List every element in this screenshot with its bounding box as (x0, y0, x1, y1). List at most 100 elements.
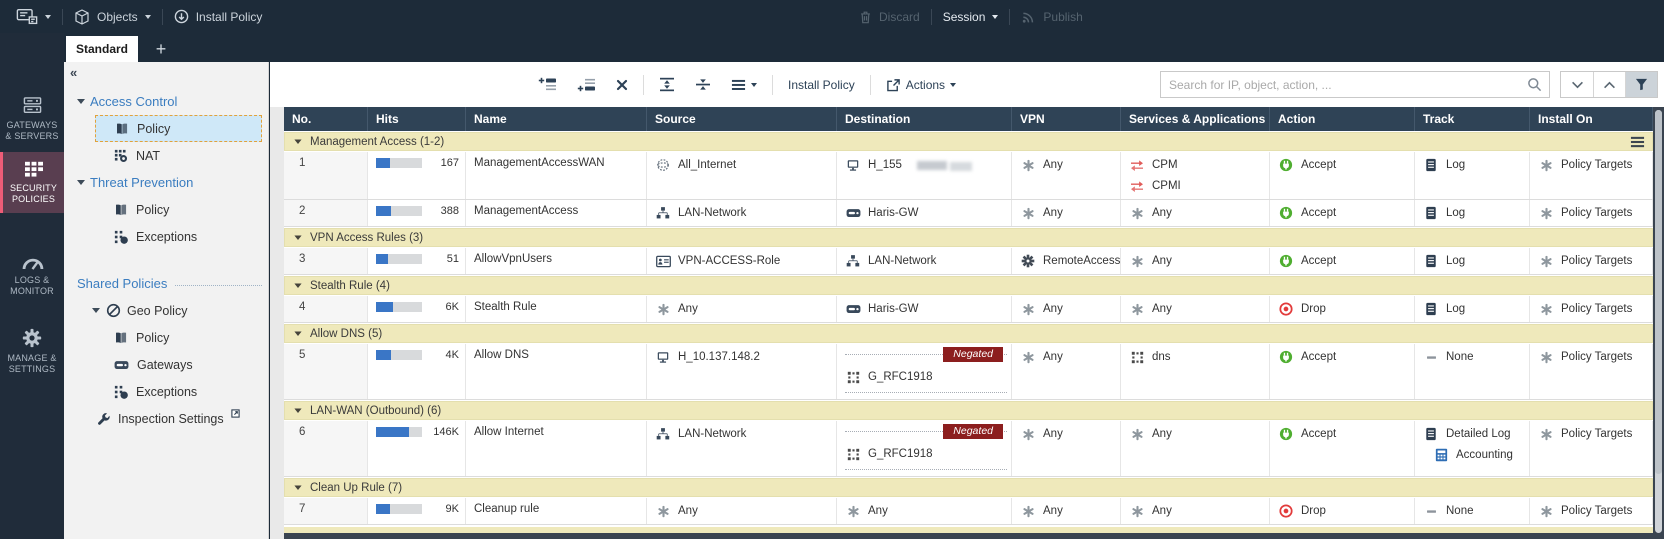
column-header-hits[interactable]: Hits (368, 107, 466, 131)
object-ref[interactable]: Any (655, 301, 830, 317)
cell-action[interactable]: Accept (1270, 248, 1415, 274)
column-header-name[interactable]: Name (466, 107, 647, 131)
cell-name[interactable]: ManagementAccessWAN (466, 152, 647, 199)
cell-hits[interactable]: 4K (368, 344, 466, 399)
cell-name[interactable]: Cleanup rule (466, 498, 647, 524)
cell-hits[interactable]: 9K (368, 498, 466, 524)
object-ref[interactable]: Policy Targets (1538, 301, 1646, 317)
cell-services[interactable]: Any (1121, 498, 1270, 524)
tree-section-shared-policies[interactable]: Shared Policies (64, 270, 268, 297)
cell-destination[interactable]: Negated G_RFC1918 (837, 344, 1012, 399)
object-ref[interactable]: Log (1423, 157, 1523, 173)
object-ref[interactable]: Accept (1278, 426, 1408, 442)
object-ref[interactable]: Accept (1278, 205, 1408, 221)
cell-hits[interactable]: 146K (368, 421, 466, 476)
add-rule-above-button[interactable] (530, 71, 565, 98)
cell-number[interactable]: 7 (284, 498, 368, 524)
cell-services[interactable]: CPM CPMI (1121, 152, 1270, 199)
cell-install-on[interactable]: Policy Targets (1530, 421, 1653, 476)
delete-rule-button[interactable] (608, 71, 636, 98)
rule-row[interactable]: 4 6K Stealth Rule Any Haris-GW Any Any Drop Log P… (284, 296, 1653, 323)
cell-destination[interactable]: LAN-Network (837, 248, 1012, 274)
cell-vpn[interactable]: RemoteAccess (1012, 248, 1121, 274)
object-ref[interactable]: CPMI (1129, 178, 1263, 194)
tree-item-nat[interactable]: NAT (64, 142, 268, 169)
discard-button[interactable]: Discard (848, 0, 931, 33)
tree-section-threat-prevention[interactable]: Threat Prevention (64, 169, 268, 196)
view-options-button[interactable] (723, 71, 765, 98)
cell-install-on[interactable]: Policy Targets (1530, 200, 1653, 226)
object-ref[interactable]: H_155 (845, 157, 1005, 173)
tree-item-threat-exceptions[interactable]: Exceptions (64, 223, 268, 250)
cell-track[interactable]: Detailed Log Accounting (1415, 421, 1530, 476)
cell-destination[interactable]: Haris-GW (837, 296, 1012, 322)
add-rule-below-button[interactable] (569, 71, 604, 98)
object-ref[interactable]: None (1423, 503, 1523, 519)
object-ref[interactable]: Any (1020, 426, 1114, 442)
object-ref[interactable]: Log (1423, 205, 1523, 221)
filter-toggle-button[interactable] (1625, 72, 1657, 97)
tree-item-geo-policy[interactable]: Policy (64, 324, 268, 351)
object-ref[interactable]: G_RFC1918 (845, 369, 1005, 385)
cell-action[interactable]: Drop (1270, 498, 1415, 524)
cell-services[interactable]: Any (1121, 200, 1270, 226)
tree-item-inspection-settings[interactable]: Inspection Settings (64, 405, 268, 432)
cell-action[interactable]: Accept (1270, 152, 1415, 199)
cell-destination[interactable]: H_155 (837, 152, 1012, 199)
object-ref[interactable]: Policy Targets (1538, 205, 1646, 221)
cell-track[interactable]: None (1415, 344, 1530, 399)
object-ref[interactable]: Haris-GW (845, 301, 1005, 317)
cell-track[interactable]: Log (1415, 200, 1530, 226)
object-ref[interactable]: CPM (1129, 157, 1263, 173)
cell-hits[interactable]: 6K (368, 296, 466, 322)
object-ref[interactable]: Accounting (1433, 447, 1523, 463)
search-input[interactable] (1161, 77, 1519, 92)
find-previous-button[interactable] (1593, 72, 1625, 97)
object-ref[interactable]: H_10.137.148.2 (655, 349, 830, 365)
section-row[interactable]: Clean Up Rule (7) (284, 477, 1653, 498)
cell-services[interactable]: Any (1121, 248, 1270, 274)
cell-number[interactable]: 5 (284, 344, 368, 399)
cell-track[interactable]: Log (1415, 296, 1530, 322)
cell-vpn[interactable]: Any (1012, 152, 1121, 199)
cell-destination[interactable]: Haris-GW (837, 200, 1012, 226)
session-dropdown[interactable]: Session (932, 0, 1010, 33)
object-ref[interactable]: Policy Targets (1538, 157, 1646, 173)
column-header-destination[interactable]: Destination (837, 107, 1012, 131)
cell-install-on[interactable]: Policy Targets (1530, 498, 1653, 524)
section-row[interactable]: Stealth Rule (4) (284, 275, 1653, 296)
object-ref[interactable]: Detailed Log (1423, 426, 1523, 442)
sidebar-item-security-policies[interactable]: SECURITY POLICIES (0, 152, 64, 213)
column-header-action[interactable]: Action (1270, 107, 1415, 131)
cell-services[interactable]: dns (1121, 344, 1270, 399)
cell-number[interactable]: 3 (284, 248, 368, 274)
column-header-source[interactable]: Source (647, 107, 837, 131)
section-row[interactable]: Management Access (1-2) (284, 131, 1653, 152)
cell-vpn[interactable]: Any (1012, 200, 1121, 226)
sidebar-item-manage-settings[interactable]: MANAGE & SETTINGS (0, 320, 64, 383)
column-header-vpn[interactable]: VPN (1012, 107, 1121, 131)
cell-source[interactable]: Any (647, 498, 837, 524)
vertical-scrollbar[interactable] (1655, 110, 1662, 533)
cell-destination[interactable]: Negated G_RFC1918 (837, 421, 1012, 476)
cell-source[interactable]: LAN-Network (647, 421, 837, 476)
cell-name[interactable]: Allow Internet (466, 421, 647, 476)
tree-item-geo-gateways[interactable]: Gateways (64, 351, 268, 378)
cell-hits[interactable]: 167 (368, 152, 466, 199)
cell-vpn[interactable]: Any (1012, 344, 1121, 399)
publish-button[interactable]: Publish (1010, 0, 1093, 33)
actions-dropdown-button[interactable]: Actions (878, 71, 964, 98)
object-ref[interactable]: None (1423, 349, 1523, 365)
object-ref[interactable]: Any (1129, 503, 1263, 519)
cell-number[interactable]: 6 (284, 421, 368, 476)
object-ref[interactable]: Drop (1278, 301, 1408, 317)
object-ref[interactable]: Policy Targets (1538, 349, 1646, 365)
rule-row[interactable]: 2 388 ManagementAccess LAN-Network Haris-GW A… (284, 200, 1653, 227)
expand-sections-button[interactable] (651, 71, 683, 98)
tab-standard[interactable]: Standard (66, 36, 138, 62)
cell-track[interactable]: None (1415, 498, 1530, 524)
object-ref[interactable]: Any (1129, 205, 1263, 221)
object-ref[interactable]: All_Internet (655, 157, 830, 173)
object-ref[interactable]: Log (1423, 301, 1523, 317)
tree-item-access-policy[interactable]: Policy (95, 115, 262, 142)
